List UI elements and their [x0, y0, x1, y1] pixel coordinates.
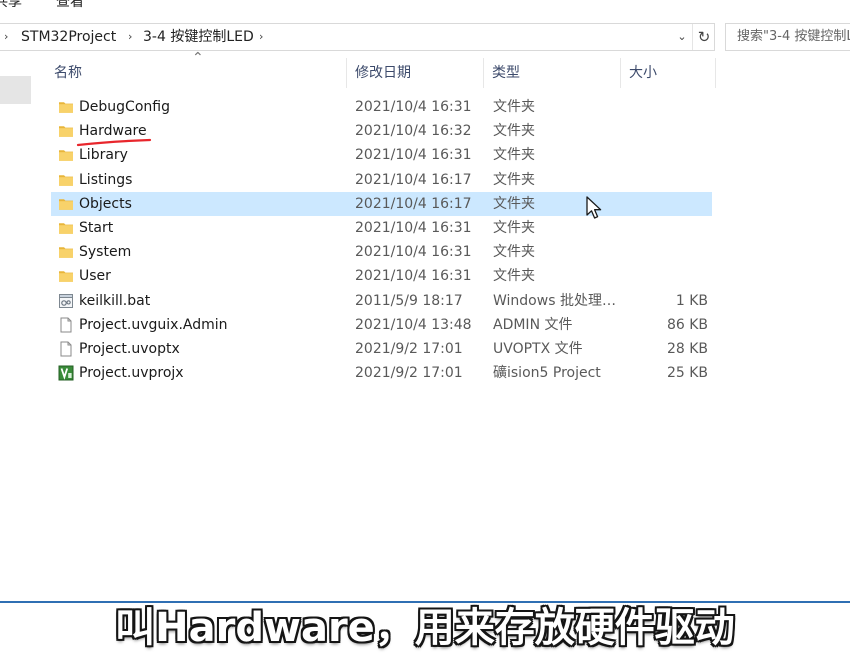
- search-input[interactable]: 搜索"3-4 按键控制LED": [725, 23, 850, 51]
- file-modified-date: 2011/5/9 18:17: [355, 292, 463, 309]
- file-modified-date: 2021/10/4 16:31: [355, 219, 472, 236]
- file-row[interactable]: System 2021/10/4 16:31 文件夹: [51, 240, 712, 264]
- file-modified-date: 2021/10/4 16:31: [355, 99, 472, 115]
- red-underline-annotation: [76, 138, 152, 147]
- file-type: 文件夹: [493, 244, 535, 261]
- file-type: 文件夹: [493, 219, 535, 236]
- file-name: Objects: [79, 195, 132, 212]
- file-modified-date: 2021/9/2 17:01: [355, 340, 463, 357]
- video-subtitle: 叫Hardware，用来存放硬件驱动: [115, 605, 735, 651]
- navigation-selected-item[interactable]: [0, 76, 31, 104]
- file-name: Project.uvguix.Admin: [79, 316, 228, 333]
- file-modified-date: 2021/10/4 16:31: [355, 147, 472, 164]
- address-bar: › STM32Project › 3-4 按键控制LED › ⌄ ↻ 搜索"3-…: [0, 20, 850, 52]
- file-modified-date: 2021/10/4 13:48: [355, 316, 472, 333]
- file-modified-date: 2021/10/4 16:17: [355, 171, 472, 188]
- file-size: 28 KB: [666, 340, 708, 357]
- column-header-row: ⌃ 名称 修改日期 类型 大小: [46, 50, 716, 88]
- file-row[interactable]: User 2021/10/4 16:31 文件夹: [51, 264, 712, 288]
- breadcrumb-separator-icon[interactable]: ›: [4, 24, 8, 50]
- ribbon: 共享 查看: [0, 0, 850, 18]
- file-name: Start: [79, 219, 114, 236]
- search-placeholder: 搜索"3-4 按键控制LED": [737, 29, 850, 44]
- breadcrumb[interactable]: › STM32Project › 3-4 按键控制LED › ⌄ ↻: [0, 23, 715, 51]
- file-modified-date: 2021/10/4 16:17: [355, 195, 472, 212]
- file-name: DebugConfig: [79, 99, 170, 115]
- mouse-pointer-icon: [586, 196, 602, 219]
- breadcrumb-item-current-folder[interactable]: 3-4 按键控制LED: [143, 24, 254, 50]
- file-row[interactable]: Project.uvguix.Admin 2021/10/4 13:48 ADMIN…: [51, 313, 712, 337]
- file-type: 文件夹: [493, 99, 535, 115]
- file-row[interactable]: DebugConfig 2021/10/4 16:31 文件夹: [51, 95, 712, 119]
- file-type: ADMIN 文件: [493, 316, 573, 333]
- file-row[interactable]: Listings 2021/10/4 16:17 文件夹: [51, 168, 712, 192]
- subtitle-bar: 叫Hardware，用来存放硬件驱动: [0, 601, 850, 655]
- file-name: User: [79, 268, 111, 285]
- file-name: Listings: [79, 171, 133, 188]
- refresh-icon[interactable]: ↻: [692, 24, 715, 50]
- address-history-chevron-down-icon[interactable]: ⌄: [675, 24, 689, 50]
- breadcrumb-item-stm32project[interactable]: STM32Project: [21, 24, 116, 50]
- ribbon-tab-view[interactable]: 查看: [56, 0, 84, 11]
- file-size: 25 KB: [666, 365, 708, 382]
- file-type: 礦ision5 Project: [493, 365, 601, 382]
- file-modified-date: 2021/10/4 16:31: [355, 268, 472, 285]
- breadcrumb-separator-icon[interactable]: ›: [128, 24, 132, 50]
- file-type: 文件夹: [493, 195, 535, 212]
- column-header-size[interactable]: 大小: [621, 58, 716, 88]
- file-type: 文件夹: [493, 123, 535, 140]
- file-type: Windows 批处理…: [493, 292, 616, 309]
- column-header-name[interactable]: 名称: [46, 58, 347, 88]
- file-type: 文件夹: [493, 147, 535, 164]
- file-row[interactable]: Objects 2021/10/4 16:17 文件夹: [51, 191, 712, 216]
- file-name: Project.uvprojx: [79, 365, 184, 382]
- file-modified-date: 2021/10/4 16:32: [355, 123, 472, 140]
- file-type: UVOPTX 文件: [493, 340, 583, 357]
- file-name: Project.uvoptx: [79, 340, 180, 357]
- file-size: 86 KB: [666, 316, 708, 333]
- file-row[interactable]: Project.uvoptx 2021/9/2 17:01 UVOPTX 文件 28 …: [51, 337, 712, 361]
- file-type: 文件夹: [493, 171, 535, 188]
- file-row[interactable]: Start 2021/10/4 16:31 文件夹: [51, 216, 712, 240]
- file-row[interactable]: Project.uvprojx 2021/9/2 17:01 礦ision5 Pro…: [51, 361, 712, 385]
- file-size: 1 KB: [675, 292, 708, 309]
- breadcrumb-separator-icon[interactable]: ›: [259, 24, 263, 50]
- column-header-type[interactable]: 类型: [484, 58, 621, 88]
- column-header-date[interactable]: 修改日期: [347, 58, 484, 88]
- ribbon-tab-share[interactable]: 共享: [0, 0, 22, 11]
- file-name: System: [79, 244, 132, 261]
- file-type: 文件夹: [493, 268, 535, 285]
- file-name: keilkill.bat: [79, 292, 151, 309]
- file-row[interactable]: keilkill.bat 2011/5/9 18:17 Windows 批处理… 1 …: [51, 289, 712, 313]
- navigation-pane[interactable]: [0, 52, 42, 602]
- file-modified-date: 2021/10/4 16:31: [355, 244, 472, 261]
- file-modified-date: 2021/9/2 17:01: [355, 365, 463, 382]
